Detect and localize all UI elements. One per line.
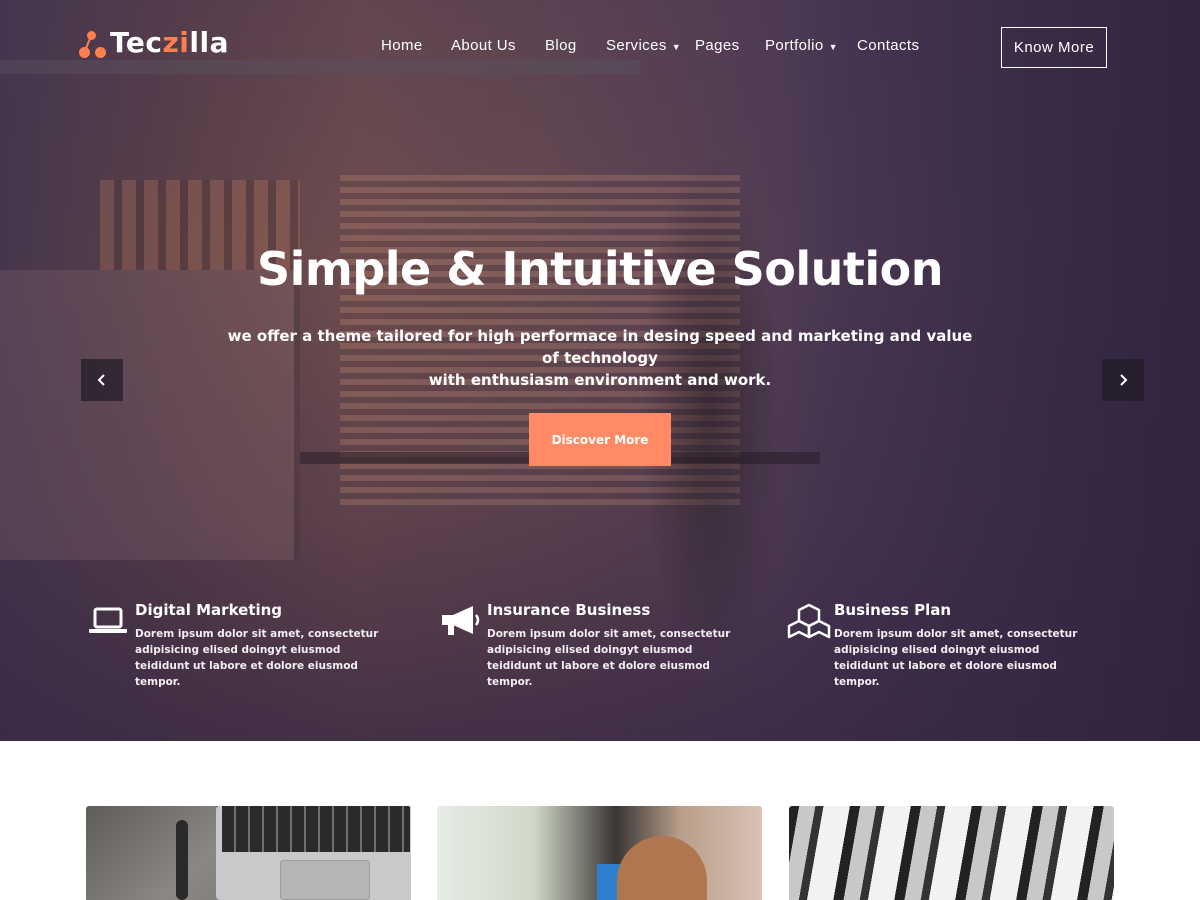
feature-description: Dorem ipsum dolor sit amet, consectetur … [487, 628, 731, 688]
hero-section: Teczilla Home About Us Blog Services ▼ Pa… [0, 0, 1200, 741]
feature-title: Insurance Business [487, 601, 651, 619]
logo-molecule-icon [78, 27, 108, 59]
know-more-button[interactable]: Know More [1001, 27, 1107, 68]
plant-silhouette [640, 150, 780, 670]
nav-item-services[interactable]: Services ▼ [606, 37, 681, 54]
blog-card-image[interactable] [86, 806, 411, 900]
slider-next-button[interactable] [1102, 359, 1144, 401]
hero-title: Simple & Intuitive Solution [256, 242, 944, 296]
hero-subtitle-line2: with enthusiasm environment and work. [428, 371, 772, 389]
feature-description: Dorem ipsum dolor sit amet, consectetur … [834, 628, 1078, 688]
discover-more-button[interactable]: Discover More [529, 413, 671, 466]
feature-description: Dorem ipsum dolor sit amet, consectetur … [135, 628, 379, 688]
person-image [617, 836, 707, 900]
logo-text: Teczilla [110, 26, 229, 59]
chevron-right-icon [1120, 374, 1128, 386]
nav-item-about-us[interactable]: About Us [451, 37, 516, 54]
laptop-image [216, 806, 411, 900]
nav-item-home[interactable]: Home [381, 37, 423, 54]
megaphone-icon [442, 606, 480, 635]
window-left [0, 270, 300, 560]
chevron-left-icon [97, 374, 105, 386]
nav-item-portfolio[interactable]: Portfolio ▼ [765, 37, 838, 54]
laptop-icon [89, 607, 127, 633]
slider-prev-button[interactable] [81, 359, 123, 401]
chevron-down-icon: ▼ [828, 42, 838, 52]
nav-item-contacts[interactable]: Contacts [857, 37, 919, 54]
blog-card-image[interactable] [789, 806, 1114, 900]
cubes-icon [787, 603, 831, 639]
watch-image [176, 820, 188, 900]
hero-subtitle: we offer a theme tailored for high perfo… [220, 325, 980, 391]
site-logo[interactable]: Teczilla [78, 26, 229, 59]
ceiling-beam [0, 60, 640, 74]
chevron-down-icon: ▼ [671, 42, 682, 52]
nav-item-blog[interactable]: Blog [545, 37, 577, 54]
hero-subtitle-line1: we offer a theme tailored for high perfo… [227, 327, 973, 367]
blog-card-image[interactable] [437, 806, 762, 900]
feature-title: Business Plan [834, 601, 952, 619]
nav-item-pages[interactable]: Pages [695, 37, 740, 54]
feature-title: Digital Marketing [135, 601, 283, 619]
